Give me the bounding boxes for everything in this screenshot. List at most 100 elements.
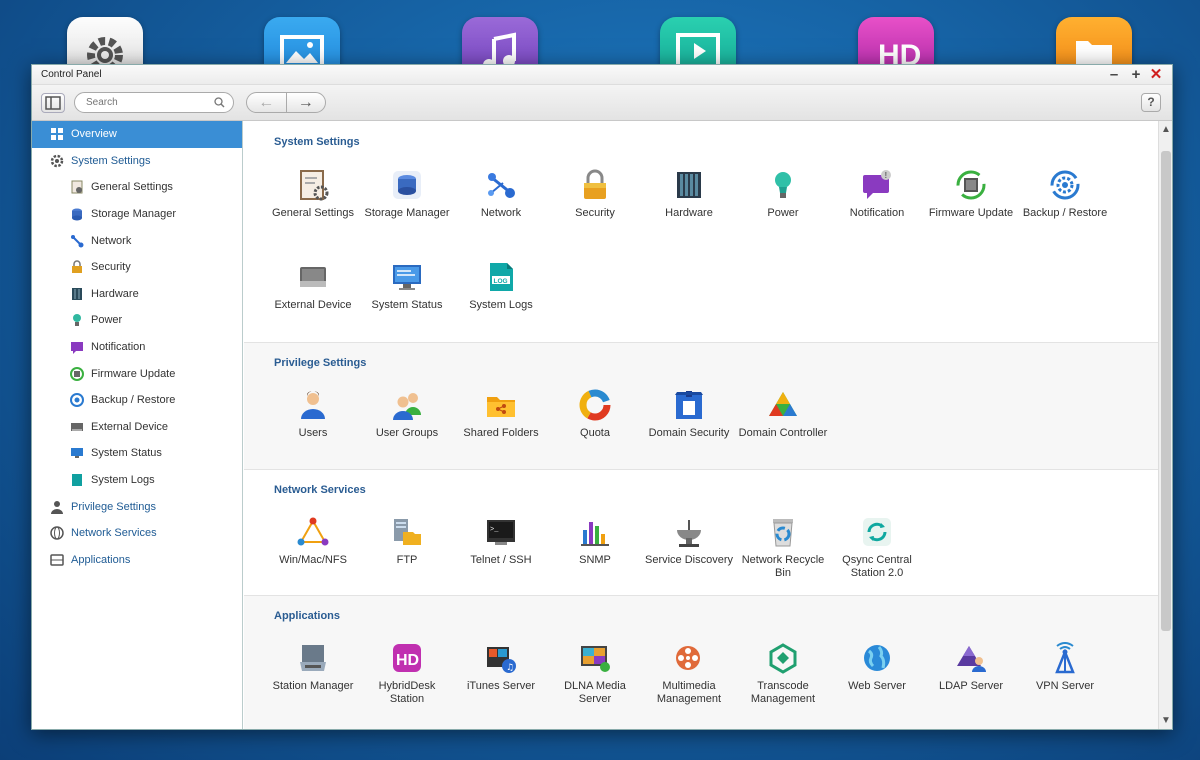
tile-quota[interactable]: Quota xyxy=(548,385,642,477)
maximize-icon[interactable]: + xyxy=(1126,65,1146,85)
sidebar-item-power[interactable]: Power xyxy=(32,307,242,334)
minimize-icon[interactable]: – xyxy=(1104,65,1124,85)
tile-firmware-update[interactable]: Firmware Update xyxy=(924,165,1018,257)
scroll-down-icon[interactable]: ▼ xyxy=(1159,715,1173,726)
tile-station-manager[interactable]: Station Manager xyxy=(266,638,360,729)
sidebar-item-network[interactable]: Network xyxy=(32,227,242,254)
tile-label: iTunes Server xyxy=(466,680,536,692)
sidebar-item-label: Backup / Restore xyxy=(91,394,176,407)
sidebar-item-label: General Settings xyxy=(91,181,173,194)
forward-button[interactable]: → xyxy=(287,93,326,112)
search-input[interactable] xyxy=(86,97,211,108)
tile-shared-folders[interactable]: Shared Folders xyxy=(454,385,548,477)
tile-vpn-server[interactable]: VPN Server xyxy=(1018,638,1112,729)
tile-label: VPN Server xyxy=(1035,680,1095,692)
tile-label: FTP xyxy=(396,554,418,566)
help-button[interactable]: ? xyxy=(1141,93,1161,112)
tile-label: Backup / Restore xyxy=(1022,207,1108,219)
external-device-icon xyxy=(70,420,84,434)
close-icon[interactable]: ✕ xyxy=(1146,65,1166,85)
tile-telnet-ssh[interactable]: >_ Telnet / SSH xyxy=(454,512,548,604)
sidebar-item-system-settings[interactable]: System Settings xyxy=(32,148,242,175)
tile-users[interactable]: Users xyxy=(266,385,360,477)
section-applications: Applications Station Manager HD HybridDes… xyxy=(244,596,1158,729)
sidebar-item-hardware[interactable]: Hardware xyxy=(32,281,242,308)
tile-label: Network xyxy=(480,207,522,219)
station-manager-icon xyxy=(295,640,331,676)
tile-network-recycle-bin[interactable]: Network Recycle Bin xyxy=(736,512,830,604)
sidebar-toggle-button[interactable] xyxy=(41,93,65,113)
film-reel-icon xyxy=(671,640,707,676)
tile-label: Telnet / SSH xyxy=(470,554,532,566)
storage-icon xyxy=(389,167,425,203)
tile-win-mac-nfs[interactable]: Win/Mac/NFS xyxy=(266,512,360,604)
sidebar-item-label: Network xyxy=(91,234,132,247)
sidebar-item-system-logs[interactable]: System Logs xyxy=(32,467,242,494)
tile-web-server[interactable]: Web Server xyxy=(830,638,924,729)
sidebar-item-general-settings[interactable]: General Settings xyxy=(32,174,242,201)
control-panel-window: Control Panel – + ✕ ← → ? Overview Syste… xyxy=(31,64,1173,730)
tile-service-discovery[interactable]: Service Discovery xyxy=(642,512,736,604)
storage-icon xyxy=(70,207,84,221)
tile-user-groups[interactable]: User Groups xyxy=(360,385,454,477)
lock-icon xyxy=(577,167,613,203)
tile-qsync-central-station[interactable]: Qsync Central Station 2.0 xyxy=(830,512,924,604)
search-box[interactable] xyxy=(74,92,234,113)
sidebar-item-label: Network Services xyxy=(71,527,157,540)
scrollbar-thumb[interactable] xyxy=(1161,151,1171,631)
tile-label: Station Manager xyxy=(272,680,354,692)
tile-label: HybridDesk Station xyxy=(378,680,436,705)
tile-system-logs[interactable]: LOG System Logs xyxy=(454,257,548,349)
search-icon[interactable] xyxy=(214,97,225,108)
sidebar-item-network-services[interactable]: Network Services xyxy=(32,520,242,547)
bulb-icon xyxy=(765,167,801,203)
tile-network[interactable]: Network xyxy=(454,165,548,257)
backup-icon xyxy=(70,393,84,408)
tile-dlna-media-server[interactable]: DLNA Media Server xyxy=(548,638,642,729)
sidebar-item-external-device[interactable]: External Device xyxy=(32,414,242,441)
tile-itunes-server[interactable]: ♫ iTunes Server xyxy=(454,638,548,729)
tile-label: Hardware xyxy=(665,207,713,219)
tile-transcode-management[interactable]: Transcode Management xyxy=(736,638,830,729)
tile-ldap-server[interactable]: LDAP Server xyxy=(924,638,1018,729)
sidebar-item-security[interactable]: Security xyxy=(32,254,242,281)
tile-label: SNMP xyxy=(579,554,611,566)
sidebar-item-backup-restore[interactable]: Backup / Restore xyxy=(32,387,242,414)
tile-label: Multimedia Management xyxy=(656,680,722,705)
content-scrollbar[interactable]: ▲ ▼ xyxy=(1158,121,1172,729)
tile-general-settings[interactable]: General Settings xyxy=(266,165,360,257)
tile-system-status[interactable]: System Status xyxy=(360,257,454,349)
section-privilege-settings: Privilege Settings Users User Groups Sha… xyxy=(244,343,1158,470)
sidebar-item-overview[interactable]: Overview xyxy=(32,121,242,148)
sidebar-item-storage-manager[interactable]: Storage Manager xyxy=(32,201,242,228)
tile-snmp[interactable]: SNMP xyxy=(548,512,642,604)
content-area: System Settings General Settings Storage… xyxy=(244,121,1158,729)
tile-domain-controller[interactable]: Domain Controller xyxy=(736,385,830,477)
network-icon xyxy=(483,167,519,203)
sidebar-item-applications[interactable]: Applications xyxy=(32,547,242,574)
scroll-up-icon[interactable]: ▲ xyxy=(1159,124,1173,135)
satellite-dish-icon xyxy=(671,514,707,550)
tile-label: Domain Security xyxy=(648,427,730,439)
tile-storage-manager[interactable]: Storage Manager xyxy=(360,165,454,257)
tile-hardware[interactable]: Hardware xyxy=(642,165,736,257)
tile-multimedia-management[interactable]: Multimedia Management xyxy=(642,638,736,729)
tile-backup-restore[interactable]: Backup / Restore xyxy=(1018,165,1112,257)
tile-notification[interactable]: ! Notification xyxy=(830,165,924,257)
tile-hybriddesk-station[interactable]: HD HybridDesk Station xyxy=(360,638,454,729)
tile-ftp[interactable]: FTP xyxy=(360,512,454,604)
tile-external-device[interactable]: External Device xyxy=(266,257,360,349)
sidebar-item-notification[interactable]: Notification xyxy=(32,334,242,361)
sidebar-item-firmware-update[interactable]: Firmware Update xyxy=(32,360,242,387)
tile-domain-security[interactable]: Domain Security xyxy=(642,385,736,477)
sidebar-item-label: External Device xyxy=(91,420,169,433)
sidebar-item-system-status[interactable]: System Status xyxy=(32,440,242,467)
tile-security[interactable]: Security xyxy=(548,165,642,257)
back-button[interactable]: ← xyxy=(247,93,287,112)
bulb-icon xyxy=(70,313,84,327)
backup-icon xyxy=(1047,167,1083,203)
sidebar-item-label: System Logs xyxy=(91,474,155,487)
tile-power[interactable]: Power xyxy=(736,165,830,257)
sidebar-item-privilege-settings[interactable]: Privilege Settings xyxy=(32,493,242,520)
applications-icon xyxy=(50,553,64,567)
